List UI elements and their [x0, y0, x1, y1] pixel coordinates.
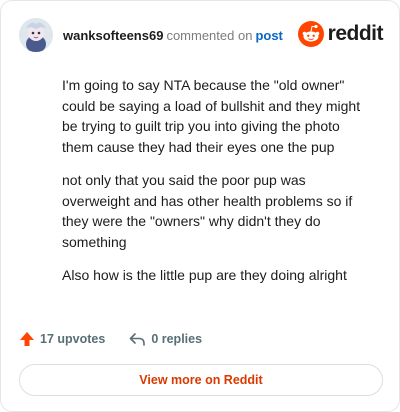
view-more-button[interactable]: View more on Reddit [19, 364, 383, 396]
avatar[interactable] [19, 18, 53, 52]
upvote-count[interactable]: 17 upvotes [19, 331, 105, 347]
comment-footer: 17 upvotes 0 replies [19, 331, 202, 347]
comment-header: wanksofteens69 commented on post reddit [19, 15, 384, 55]
reddit-logo[interactable]: reddit [297, 21, 384, 47]
avatar-image [19, 18, 53, 52]
comment-paragraph: Also how is the little pup are they doin… [62, 267, 347, 283]
replies-label: 0 replies [151, 332, 203, 346]
embedded-comment-card: wanksofteens69 commented on post reddit I'… [0, 0, 400, 412]
post-link[interactable]: post [255, 28, 282, 43]
reddit-snoo-icon [297, 21, 324, 47]
comment-paragraph: I'm going to say NTA because the "old ow… [62, 77, 361, 155]
comment-paragraph: not only that you said the poor pup was … [62, 172, 353, 250]
reply-count[interactable]: 0 replies [129, 332, 202, 347]
upvote-arrow-icon [20, 332, 34, 346]
reddit-wordmark: reddit [327, 22, 384, 45]
username-link[interactable]: wanksofteens69 [63, 28, 163, 43]
upvotes-label: 17 upvotes [40, 332, 106, 346]
reply-arrow-icon [130, 332, 146, 346]
commented-on-text: commented on [166, 27, 253, 43]
comment-attribution: wanksofteens69 commented on post [63, 28, 283, 43]
comment-body: I'm going to say NTA because the "old ow… [62, 75, 374, 299]
